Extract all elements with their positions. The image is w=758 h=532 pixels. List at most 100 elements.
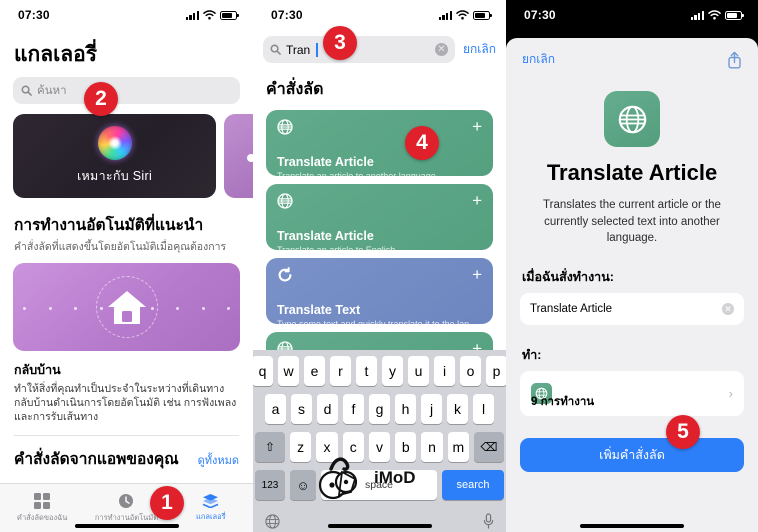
- globe-keyboard-icon[interactable]: [265, 513, 280, 529]
- gallery-content: แกลเลอรี่ ค้นหา เหมาะกับ Siri การทำงานอั…: [0, 30, 253, 532]
- actions-row[interactable]: 9 การทำงาน ›: [520, 371, 744, 417]
- search-key[interactable]: search: [442, 470, 504, 500]
- keyboard-row-2: a s d f g h j k l: [255, 394, 504, 424]
- house-icon: [107, 291, 146, 324]
- apps-heading: คำสั่งลัดจากแอพของคุณ: [14, 450, 179, 468]
- step-badge-1: 1: [150, 486, 184, 520]
- watermark-text: iMoD: [374, 468, 416, 487]
- key-k[interactable]: k: [447, 394, 468, 424]
- trigger-label: เมื่อฉันสั่งทำงาน:: [522, 270, 614, 285]
- key-f[interactable]: f: [343, 394, 364, 424]
- status-bar: 07:30: [0, 0, 253, 30]
- status-bar: 07:30: [253, 0, 506, 30]
- key-y[interactable]: y: [382, 356, 403, 386]
- tab-my-shortcuts[interactable]: คำสั่งลัดของฉัน: [0, 492, 84, 524]
- sync-icon: [278, 267, 292, 282]
- search-input[interactable]: ค้นหา: [13, 77, 240, 104]
- status-bar: 07:30: [506, 0, 758, 30]
- key-a[interactable]: a: [265, 394, 286, 424]
- result-card[interactable]: + Translate Article Translate an article…: [266, 184, 493, 250]
- key-w[interactable]: w: [278, 356, 299, 386]
- panel-gallery: 07:30 แกลเลอรี่ ค้นหา เหมาะกับ Siri การท…: [0, 0, 253, 532]
- status-time: 07:30: [271, 8, 303, 22]
- battery-icon: [473, 10, 492, 20]
- key-l[interactable]: l: [473, 394, 494, 424]
- key-r[interactable]: r: [330, 356, 351, 386]
- key-h[interactable]: h: [395, 394, 416, 424]
- wifi-icon: [708, 10, 721, 20]
- key-z[interactable]: z: [290, 432, 312, 462]
- key-q[interactable]: q: [253, 356, 273, 386]
- automation-card-desc: ทำให้สิ่งที่คุณทำเป็นประจำในระหว่างที่เด…: [14, 383, 237, 424]
- actions-label: ทำ:: [522, 348, 542, 363]
- result-card[interactable]: + Translate Text Type some text and quic…: [266, 258, 493, 324]
- key-j[interactable]: j: [421, 394, 442, 424]
- result-subtitle: Type some text and quickly translate it …: [277, 319, 482, 324]
- three-panel-screenshot: 07:30 แกลเลอรี่ ค้นหา เหมาะกับ Siri การท…: [0, 0, 758, 532]
- key-e[interactable]: e: [304, 356, 325, 386]
- see-all-link[interactable]: ดูทั้งหมด: [198, 451, 239, 469]
- result-title: Translate Article: [277, 155, 374, 169]
- text-caret: [316, 42, 318, 57]
- step-badge-3: 3: [323, 26, 357, 60]
- share-icon[interactable]: [727, 51, 742, 69]
- panel-shortcut-detail: 07:30 ยกเลิก Translate Article Translate…: [506, 0, 758, 532]
- search-input[interactable]: Tran ✕: [263, 36, 455, 63]
- imod-mascot-icon: [318, 457, 358, 500]
- status-time: 07:30: [524, 8, 556, 22]
- page-title: แกลเลอรี่: [14, 43, 98, 66]
- detail-sheet: ยกเลิก Translate Article Translates the …: [506, 38, 758, 532]
- backspace-key[interactable]: ⌫: [473, 432, 504, 462]
- imod-watermark: iMoD: [313, 452, 416, 504]
- key-o[interactable]: o: [460, 356, 481, 386]
- key-m[interactable]: m: [447, 432, 469, 462]
- automation-subheading: คำสั่งลัดที่แสดงขึ้นโดยอัตโนมัติเมื่อคุณ…: [14, 241, 227, 253]
- add-shortcut-button[interactable]: เพิ่มคำสั่งลัด: [520, 438, 744, 473]
- next-card-peek[interactable]: [224, 114, 253, 198]
- result-subtitle: Translate an article to English: [277, 245, 396, 250]
- key-g[interactable]: g: [369, 394, 390, 424]
- shift-key[interactable]: ⇧: [255, 432, 286, 462]
- sheet-header: ยกเลิก: [506, 38, 758, 69]
- key-i[interactable]: i: [434, 356, 455, 386]
- status-icons: [438, 10, 492, 20]
- key-s[interactable]: s: [291, 394, 312, 424]
- grid-icon: [34, 492, 51, 509]
- search-icon: [21, 85, 32, 96]
- siri-orb-icon: [97, 126, 132, 160]
- status-icons: [185, 10, 239, 20]
- clock-icon: [119, 493, 134, 508]
- clear-icon[interactable]: ✕: [434, 43, 448, 56]
- wifi-icon: [203, 10, 216, 20]
- microphone-icon[interactable]: [483, 513, 494, 529]
- key-u[interactable]: u: [408, 356, 429, 386]
- tab-label: แกลเลอรี่: [195, 512, 226, 521]
- status-time: 07:30: [18, 8, 50, 22]
- numbers-key[interactable]: 123: [255, 470, 285, 500]
- trigger-value: Translate Article: [530, 303, 613, 316]
- key-t[interactable]: t: [356, 356, 377, 386]
- status-icons: [690, 10, 744, 20]
- cancel-button[interactable]: ยกเลิก: [522, 50, 555, 69]
- key-d[interactable]: d: [317, 394, 338, 424]
- siri-suggestion-card[interactable]: เหมาะกับ Siri: [13, 114, 216, 198]
- add-icon[interactable]: +: [472, 118, 482, 135]
- key-p[interactable]: p: [486, 356, 506, 386]
- keyboard-bottom-row: [255, 508, 504, 532]
- clear-icon[interactable]: ✕: [722, 303, 734, 316]
- shortcut-title: Translate Article: [546, 160, 718, 185]
- trigger-input[interactable]: Translate Article ✕: [520, 293, 744, 326]
- result-title: Translate Article: [277, 229, 374, 243]
- add-icon[interactable]: +: [472, 192, 482, 209]
- cancel-button[interactable]: ยกเลิก: [463, 40, 496, 59]
- automation-card[interactable]: [13, 263, 240, 351]
- search-content: Tran ✕ ยกเลิก คำสั่งลัด + Translate Arti…: [253, 30, 506, 532]
- key-n[interactable]: n: [421, 432, 443, 462]
- battery-icon: [725, 10, 744, 20]
- result-subtitle: Translate an article to another language: [277, 171, 436, 176]
- result-card[interactable]: + Translate Article Translate an article…: [266, 110, 493, 176]
- signal-bars-icon: [438, 10, 452, 20]
- home-indicator: [327, 524, 432, 528]
- search-icon: [270, 44, 281, 55]
- add-icon[interactable]: +: [472, 266, 482, 283]
